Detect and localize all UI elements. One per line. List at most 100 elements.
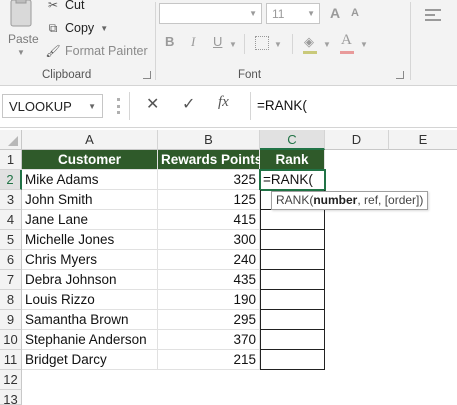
chevron-down-icon: ▼ (17, 48, 25, 57)
chevron-down-icon: ▼ (360, 40, 368, 49)
font-group-label: Font (238, 69, 262, 81)
copy-button[interactable]: ⧉ Copy ▼ (45, 20, 108, 36)
fill-color-icon[interactable]: ◈ (304, 34, 314, 50)
enter-icon[interactable]: ✓ (182, 94, 195, 114)
cell-a1[interactable]: Customer (22, 150, 158, 170)
function-tooltip[interactable]: RANK(number, ref, [order]) (271, 191, 429, 210)
cell-c6[interactable] (260, 250, 325, 270)
dialog-launcher-icon[interactable] (396, 71, 404, 79)
cell-a7[interactable]: Debra Johnson (22, 270, 158, 290)
name-box-value: VLOOKUP (9, 99, 72, 114)
bold-button[interactable]: B (165, 34, 174, 49)
cut-button[interactable]: ✂ Cut (45, 0, 84, 13)
row-header-13[interactable]: 13 (0, 390, 22, 405)
cell-a9[interactable]: Samantha Brown (22, 310, 158, 330)
dialog-launcher-icon[interactable] (143, 71, 151, 79)
chevron-down-icon: ▼ (229, 40, 237, 49)
format-painter-button[interactable]: 🖌 Format Painter (45, 43, 148, 59)
worksheet-grid: A B C D E 1 2 3 4 5 6 7 8 9 10 11 12 13 … (0, 128, 457, 405)
row-header-11[interactable]: 11 (0, 350, 22, 370)
cell-b6[interactable]: 240 (158, 250, 260, 270)
cell-a10[interactable]: Stephanie Anderson (22, 330, 158, 350)
cell-b1[interactable]: Rewards Points (158, 150, 262, 170)
chevron-down-icon: ▼ (100, 23, 109, 33)
cell-a4[interactable]: Jane Lane (22, 210, 158, 230)
borders-icon[interactable] (255, 36, 269, 50)
font-size-combobox[interactable]: 11 ▼ (266, 3, 320, 24)
chevron-down-icon: ▼ (274, 40, 282, 49)
underline-button[interactable]: U (213, 34, 222, 49)
row-header-10[interactable]: 10 (0, 330, 22, 350)
formula-input[interactable]: =RANK( (250, 92, 457, 120)
row-header-6[interactable]: 6 (0, 250, 22, 270)
row-header-7[interactable]: 7 (0, 270, 22, 290)
cancel-icon[interactable]: ✕ (146, 94, 159, 114)
row-header-2[interactable]: 2 (0, 170, 22, 190)
cell-c8[interactable] (260, 290, 325, 310)
fill-color-swatch (303, 51, 317, 54)
cell-c1[interactable]: Rank (260, 150, 325, 170)
row-header-1[interactable]: 1 (0, 150, 22, 170)
cell-c9[interactable] (260, 310, 325, 330)
cell-b9[interactable]: 295 (158, 310, 260, 330)
font-color-swatch (340, 51, 354, 54)
cell-c2-active[interactable]: =RANK( (259, 169, 326, 191)
cell-a11[interactable]: Bridget Darcy (22, 350, 158, 370)
cell-a3[interactable]: John Smith (22, 190, 158, 210)
insert-function-button[interactable]: fx (218, 94, 229, 111)
column-header-e[interactable]: E (389, 130, 457, 150)
formula-bar: VLOOKUP ▼ ✕ ✓ fx =RANK( (0, 86, 457, 128)
copy-icon: ⧉ (48, 20, 58, 35)
column-header-c[interactable]: C (260, 130, 325, 150)
font-name-combobox[interactable]: ▼ (159, 3, 262, 24)
row-header-5[interactable]: 5 (0, 230, 22, 250)
tooltip-function-name: RANK( (276, 193, 314, 207)
cell-b10[interactable]: 370 (158, 330, 260, 350)
cut-label: Cut (65, 0, 85, 12)
row-header-8[interactable]: 8 (0, 290, 22, 310)
italic-button[interactable]: I (191, 34, 195, 50)
cell-a8[interactable]: Louis Rizzo (22, 290, 158, 310)
paste-label: Paste (8, 32, 39, 46)
cell-b8[interactable]: 190 (158, 290, 260, 310)
cell-c11[interactable] (260, 350, 325, 370)
group-divider (155, 2, 156, 80)
cell-c10[interactable] (260, 330, 325, 350)
divider (244, 34, 245, 54)
row-header-12[interactable]: 12 (0, 370, 22, 390)
clipboard-icon (10, 0, 32, 27)
tooltip-current-argument[interactable]: number (313, 193, 357, 207)
align-icon[interactable] (425, 9, 441, 21)
select-all-button[interactable] (0, 130, 22, 150)
ribbon: Paste ▼ ✂ Cut ⧉ Copy ▼ 🖌 Format Painter … (0, 0, 457, 86)
row-header-9[interactable]: 9 (0, 310, 22, 330)
format-painter-label: Format Painter (65, 44, 148, 58)
cell-a2[interactable]: Mike Adams (22, 170, 158, 190)
column-header-b[interactable]: B (158, 130, 260, 150)
chevron-down-icon: ▼ (323, 40, 331, 49)
chevron-down-icon: ▼ (249, 9, 257, 18)
copy-label: Copy (65, 21, 95, 35)
group-divider (410, 2, 411, 80)
cell-a6[interactable]: Chris Myers (22, 250, 158, 270)
clipboard-group-label: Clipboard (42, 69, 92, 81)
cell-b7[interactable]: 435 (158, 270, 260, 290)
name-box[interactable]: VLOOKUP ▼ (2, 94, 103, 118)
decrease-font-size-button[interactable]: A (351, 7, 359, 19)
column-header-a[interactable]: A (22, 130, 158, 150)
cell-b2[interactable]: 325 (158, 170, 260, 190)
cell-c5[interactable] (260, 230, 325, 250)
cell-b4[interactable]: 415 (158, 210, 260, 230)
cell-b3[interactable]: 125 (158, 190, 260, 210)
cell-a5[interactable]: Michelle Jones (22, 230, 158, 250)
cell-c7[interactable] (260, 270, 325, 290)
resize-handle[interactable] (117, 98, 120, 114)
row-header-3[interactable]: 3 (0, 190, 22, 210)
cell-b11[interactable]: 215 (158, 350, 260, 370)
font-color-button[interactable]: A (341, 32, 352, 49)
row-header-4[interactable]: 4 (0, 210, 22, 230)
column-header-d[interactable]: D (325, 130, 389, 150)
increase-font-size-button[interactable]: A (330, 5, 340, 21)
cell-b5[interactable]: 300 (158, 230, 260, 250)
cell-c4[interactable] (260, 210, 325, 230)
